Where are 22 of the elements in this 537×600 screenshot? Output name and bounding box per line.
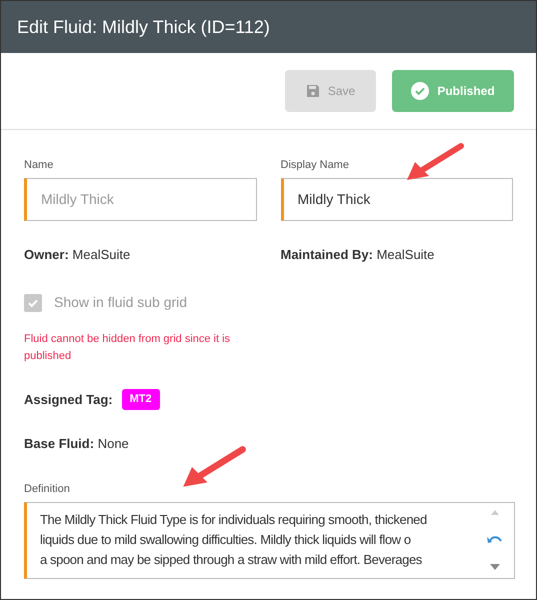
checkbox-label: Show in fluid sub grid <box>54 293 188 312</box>
field-label: Name <box>24 158 54 173</box>
check-circle-icon <box>411 82 430 100</box>
field-label: Display Name <box>280 158 350 173</box>
tag-label: Assigned Tag: <box>24 390 113 409</box>
field-label: Definition <box>24 482 71 497</box>
definition-text: liquids due to mild swallowing difficulties. Mildly thick liquids will flow o <box>40 530 412 549</box>
info-text: Owner: MealSuite <box>24 246 132 264</box>
tag: MT2 <box>122 389 160 410</box>
window-title: Edit Fluid: Mildly Thick (ID=112) <box>17 16 270 39</box>
text-field[interactable]: Mildly Thick <box>280 178 513 220</box>
check-icon <box>27 296 39 308</box>
info-text: Maintained By: MealSuite <box>280 246 436 264</box>
published-button[interactable]: Published <box>392 70 514 112</box>
definition-text: The Mildly Thick Fluid Type is for individuals requiring smooth, thickened <box>40 510 428 529</box>
base-fluid-text: Base Fluid: None <box>24 434 130 452</box>
definition-text: a spoon and may be sipped through a straw with mild effort. Beverages <box>40 550 423 569</box>
undo-icon[interactable] <box>487 534 503 544</box>
warning-text: Fluid cannot be hidden from grid since it is published <box>24 332 232 364</box>
annotation-arrow <box>405 142 465 182</box>
definition-field[interactable] <box>24 502 515 578</box>
scroll-down-icon[interactable] <box>490 564 500 570</box>
